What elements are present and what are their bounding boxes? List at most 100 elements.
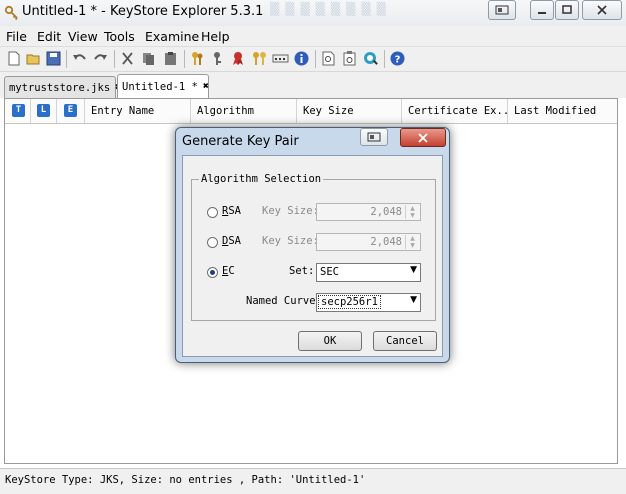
close-icon xyxy=(597,5,607,15)
radio-selected-dot xyxy=(210,270,215,275)
chevron-down-icon: ▼ xyxy=(410,265,417,275)
rsa-key-size-value: 2,048 xyxy=(370,206,402,218)
save-icon[interactable] xyxy=(45,50,62,67)
window-restore-icon xyxy=(367,132,381,142)
column-entry-name[interactable]: Entry Name xyxy=(85,99,191,123)
set-password-icon[interactable] xyxy=(272,50,289,67)
menu-bar: File Edit View Tools Examine Help xyxy=(0,26,626,47)
generate-key-pair-dialog: Generate Key Pair Algorithm Selection RS… xyxy=(175,127,450,363)
toolbar-separator xyxy=(384,50,385,68)
column-last-modified[interactable]: Last Modified xyxy=(508,99,617,123)
toolbar-separator xyxy=(114,50,115,68)
tab-label: Untitled-1 * xyxy=(122,80,198,93)
tab-untitled-1[interactable]: Untitled-1 * ✖ xyxy=(117,74,209,98)
toolbar: ? xyxy=(0,47,626,72)
lock-column-icon: L xyxy=(37,104,50,117)
column-entry-type[interactable]: T xyxy=(5,99,31,123)
generate-key-pair-icon[interactable] xyxy=(189,50,206,67)
generate-secret-key-icon[interactable] xyxy=(210,50,227,67)
window-title: Untitled-1 * - KeyStore Explorer 5.3.1 xyxy=(22,4,264,19)
copy-icon[interactable] xyxy=(140,50,157,67)
minimize-button[interactable] xyxy=(530,0,554,20)
import-trusted-cert-icon[interactable] xyxy=(230,50,247,67)
rsa-key-size-label: Key Size: xyxy=(262,205,319,217)
toolbar-separator xyxy=(184,50,185,68)
ec-set-value: SEC xyxy=(320,266,339,278)
ec-set-label: Set: xyxy=(289,265,315,277)
chevron-down-icon: ▼ xyxy=(410,295,417,305)
rsa-radio[interactable] xyxy=(207,207,218,218)
maximize-button[interactable] xyxy=(555,0,579,20)
ec-label-rest: C xyxy=(228,265,235,277)
help-icon[interactable]: ? xyxy=(389,50,406,67)
menu-tools[interactable]: Tools xyxy=(104,29,135,44)
expiry-column-icon: E xyxy=(64,104,77,117)
examine-ssl-icon[interactable] xyxy=(362,50,379,67)
dsa-key-size-value: 2,048 xyxy=(370,236,402,248)
window-restore-icon xyxy=(495,5,509,15)
column-key-size[interactable]: Key Size xyxy=(297,99,402,123)
dsa-label-rest: SA xyxy=(228,235,241,247)
rsa-key-size-spinner[interactable]: 2,048 ▲ ▼ xyxy=(316,203,421,221)
algorithm-selection-group: Algorithm Selection RSA Key Size: 2,048 … xyxy=(191,173,436,321)
dialog-restore-button[interactable] xyxy=(360,128,388,146)
dialog-title: Generate Key Pair xyxy=(182,134,299,149)
keystore-explorer-app-icon xyxy=(4,5,18,21)
status-text: KeyStore Type: JKS, Size: no entries , P… xyxy=(5,474,366,486)
column-expiry-status[interactable]: E xyxy=(57,99,85,123)
column-certificate-expiry[interactable]: Certificate Ex... xyxy=(402,99,508,123)
ec-named-curve-value: secp256r1 xyxy=(318,295,381,309)
dsa-key-size-spinner[interactable]: 2,048 ▲ ▼ xyxy=(316,233,421,251)
rsa-label-rest: SA xyxy=(228,205,241,217)
title-bar: Untitled-1 * - KeyStore Explorer 5.3.1 ▒… xyxy=(0,0,626,26)
ec-set-combo[interactable]: SEC ▼ xyxy=(316,263,421,282)
ec-named-curve-label: Named Curve: xyxy=(246,295,322,307)
svg-text:?: ? xyxy=(395,55,401,66)
minimize-icon xyxy=(538,12,546,14)
keystore-tabs: mytruststore.jks ✖ Untitled-1 * ✖ xyxy=(0,72,626,98)
properties-icon[interactable] xyxy=(293,50,310,67)
spinner-arrows-icon[interactable]: ▲ ▼ xyxy=(405,235,419,249)
dialog-body: Algorithm Selection RSA Key Size: 2,048 … xyxy=(182,155,443,357)
ec-named-curve-combo[interactable]: secp256r1 ▼ xyxy=(316,293,421,312)
title-bar-background-text: ▒▒▒▒▒▒▒▒ xyxy=(270,2,392,16)
spinner-arrows-icon[interactable]: ▲ ▼ xyxy=(405,205,419,219)
column-algorithm[interactable]: Algorithm xyxy=(191,99,297,123)
ec-radio[interactable] xyxy=(207,267,218,278)
entry-type-column-icon: T xyxy=(12,104,25,117)
menu-help[interactable]: Help xyxy=(201,29,230,44)
close-tab-icon[interactable]: ✖ xyxy=(203,81,209,92)
import-key-pair-icon[interactable] xyxy=(251,50,268,67)
open-icon[interactable] xyxy=(25,50,42,67)
menu-edit[interactable]: Edit xyxy=(37,29,61,44)
tab-label: mytruststore.jks xyxy=(9,81,111,94)
examine-file-icon[interactable] xyxy=(320,50,337,67)
maximize-icon xyxy=(562,5,572,14)
menu-view[interactable]: View xyxy=(68,29,98,44)
toolbar-separator xyxy=(315,50,316,68)
close-icon xyxy=(418,132,428,143)
dsa-radio[interactable] xyxy=(207,237,218,248)
cut-icon[interactable] xyxy=(119,50,136,67)
rsa-label[interactable]: RSA xyxy=(222,205,241,217)
close-button[interactable] xyxy=(582,0,622,20)
dsa-label[interactable]: DSA xyxy=(222,235,241,247)
menu-examine[interactable]: Examine xyxy=(145,29,199,44)
tab-mytruststore[interactable]: mytruststore.jks ✖ xyxy=(4,76,121,98)
dialog-close-button[interactable] xyxy=(400,128,446,147)
group-title: Algorithm Selection xyxy=(199,173,324,185)
redo-icon[interactable] xyxy=(92,50,109,67)
toolbar-separator xyxy=(66,50,67,68)
dsa-key-size-label: Key Size: xyxy=(262,235,319,247)
examine-clipboard-icon[interactable] xyxy=(341,50,358,67)
column-key-status[interactable]: L xyxy=(31,99,57,123)
new-icon[interactable] xyxy=(5,50,22,67)
menu-file[interactable]: File xyxy=(6,29,27,44)
status-bar: KeyStore Type: JKS, Size: no entries , P… xyxy=(0,468,626,494)
undo-icon[interactable] xyxy=(71,50,88,67)
ec-label[interactable]: EC xyxy=(222,265,235,277)
restore-button[interactable] xyxy=(488,0,516,20)
cancel-button[interactable]: Cancel xyxy=(373,331,437,351)
paste-icon[interactable] xyxy=(162,50,179,67)
ok-button[interactable]: OK xyxy=(298,331,362,351)
